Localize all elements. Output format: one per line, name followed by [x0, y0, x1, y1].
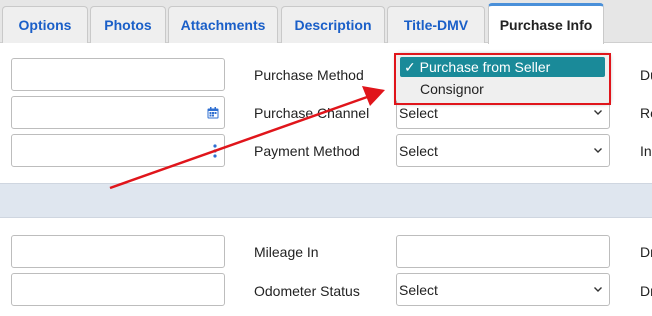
- payment-method-label: Payment Method: [254, 143, 360, 159]
- right-label-du: Du: [640, 67, 652, 83]
- tab-bar: Options Photos Attachments Description T…: [0, 0, 652, 44]
- option-purchase-from-seller[interactable]: ✓ Purchase from Seller: [400, 57, 605, 77]
- chevron-down-icon: [594, 148, 602, 153]
- mileage-text-field-2[interactable]: [11, 273, 225, 306]
- purchase-channel-label: Purchase Channel: [254, 105, 370, 121]
- tab-photos[interactable]: Photos: [90, 6, 166, 43]
- purchase-text-field-3[interactable]: [11, 134, 225, 167]
- right-label-dr-1: Dr: [640, 244, 652, 260]
- select-value: Select: [399, 104, 438, 121]
- right-label-in: In: [640, 143, 652, 159]
- mileage-in-input[interactable]: [396, 235, 610, 268]
- check-icon: ✓: [404, 59, 416, 75]
- odometer-status-label: Odometer Status: [254, 283, 360, 299]
- right-label-re: Re: [640, 105, 652, 121]
- more-vertical-icon[interactable]: [213, 144, 217, 158]
- calendar-icon[interactable]: [207, 107, 219, 119]
- tab-label: Purchase Info: [499, 17, 593, 33]
- select-value: Select: [399, 142, 438, 159]
- chevron-down-icon: [594, 110, 602, 115]
- tab-attachments[interactable]: Attachments: [168, 6, 278, 43]
- purchase-method-label: Purchase Method: [254, 67, 364, 83]
- tab-purchase-info[interactable]: Purchase Info: [488, 3, 604, 44]
- option-label: Purchase from Seller: [419, 59, 551, 75]
- option-consignor[interactable]: Consignor: [400, 79, 484, 99]
- purchase-date-field[interactable]: [11, 96, 225, 129]
- mileage-text-field-1[interactable]: [11, 235, 225, 268]
- purchase-method-dropdown: ✓ Purchase from Seller Consignor: [396, 53, 610, 103]
- tab-title-dmv[interactable]: Title-DMV: [387, 6, 485, 43]
- odometer-status-select[interactable]: Select: [396, 273, 610, 306]
- option-label: Consignor: [420, 81, 484, 97]
- right-label-dr-2: Dr: [640, 283, 652, 299]
- payment-method-select[interactable]: Select: [396, 134, 610, 167]
- tab-options[interactable]: Options: [2, 6, 88, 43]
- tab-label: Options: [18, 17, 72, 33]
- tab-label: Title-DMV: [403, 17, 469, 33]
- chevron-down-icon: [594, 287, 602, 292]
- tab-label: Description: [294, 17, 372, 33]
- section-divider-band: [0, 183, 652, 218]
- purchase-text-field-1[interactable]: [11, 58, 225, 91]
- mileage-in-label: Mileage In: [254, 244, 319, 260]
- select-value: Select: [399, 281, 438, 298]
- tab-label: Photos: [104, 17, 152, 33]
- tab-label: Attachments: [180, 17, 266, 33]
- tab-description[interactable]: Description: [281, 6, 385, 43]
